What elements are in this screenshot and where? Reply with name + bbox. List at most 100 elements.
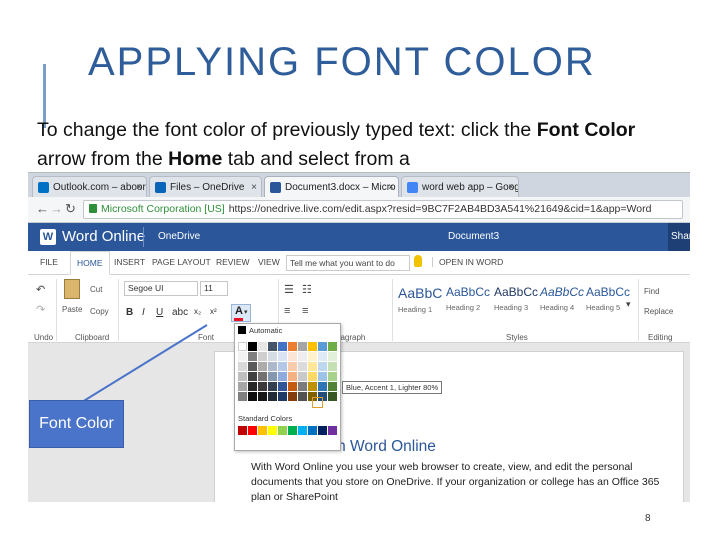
subscript-button[interactable]: x₂ [194,307,201,316]
copy-button[interactable]: Copy [90,307,109,316]
browser-tab-outlook[interactable]: Outlook.com – aboori_f83× [32,176,147,197]
color-swatch[interactable] [248,342,257,351]
color-swatch[interactable] [268,362,277,371]
color-swatch[interactable] [298,382,307,391]
color-swatch[interactable] [248,392,257,401]
color-swatch[interactable] [288,362,297,371]
color-swatch[interactable] [258,382,267,391]
color-swatch[interactable] [268,352,277,361]
color-swatch[interactable] [328,382,337,391]
color-swatch[interactable] [328,392,337,401]
back-arrow-icon[interactable]: ← [36,201,49,216]
close-icon[interactable]: × [251,177,257,197]
color-swatch[interactable] [298,352,307,361]
font-size-select[interactable]: 11 [200,281,228,296]
tab-insert[interactable]: INSERT [114,257,145,267]
color-swatch[interactable] [258,352,267,361]
find-button[interactable]: Find [644,287,660,296]
color-swatch[interactable] [288,372,297,381]
standard-color-swatch[interactable] [308,426,317,435]
color-swatch[interactable] [288,392,297,401]
color-swatch[interactable] [298,392,307,401]
color-swatch[interactable] [278,352,287,361]
reload-icon[interactable]: ↻ [65,201,76,217]
forward-arrow-icon[interactable]: → [50,201,63,216]
close-icon[interactable]: × [508,177,514,197]
align-left-icon[interactable]: ≡ [284,305,290,317]
color-swatch[interactable] [288,352,297,361]
color-swatch[interactable] [328,352,337,361]
color-swatch[interactable] [268,342,277,351]
standard-color-swatch[interactable] [238,426,247,435]
standard-color-swatch[interactable] [328,426,337,435]
close-icon[interactable]: × [388,177,394,197]
redo-icon[interactable]: ↷ [36,303,45,316]
color-swatch[interactable] [318,382,327,391]
color-swatch[interactable] [308,352,317,361]
style-heading-3[interactable]: AaBbCc Heading 3 [494,285,541,312]
font-name-select[interactable]: Segoe UI [124,281,198,296]
numbering-icon[interactable]: ☷ [302,283,312,296]
strikethrough-button[interactable]: abc [172,307,188,318]
color-swatch[interactable] [318,372,327,381]
color-swatch[interactable] [278,362,287,371]
color-swatch[interactable] [238,372,247,381]
color-swatch[interactable] [238,382,247,391]
color-swatch[interactable] [268,382,277,391]
color-swatch[interactable] [238,352,247,361]
color-swatch[interactable] [288,342,297,351]
color-swatch[interactable] [318,362,327,371]
url-field[interactable]: Microsoft Corporation [US] https://onedri… [83,200,683,219]
color-swatch[interactable] [268,392,277,401]
color-swatch[interactable] [238,342,247,351]
color-swatch[interactable] [308,362,317,371]
color-swatch[interactable] [278,372,287,381]
style-heading-4[interactable]: AaBbCc Heading 4 [540,285,587,312]
standard-color-swatch[interactable] [268,426,277,435]
color-swatch[interactable] [318,342,327,351]
color-swatch[interactable] [248,352,257,361]
share-button[interactable]: Share [668,223,690,251]
onedrive-link[interactable]: OneDrive [158,231,200,242]
browser-tab-google[interactable]: word web app – Google S× [401,176,519,197]
automatic-color-option[interactable]: Automatic [238,326,282,335]
replace-button[interactable]: Replace [644,307,673,316]
color-swatch[interactable] [258,362,267,371]
color-swatch[interactable] [328,372,337,381]
color-swatch[interactable] [278,382,287,391]
standard-color-swatch[interactable] [258,426,267,435]
color-swatch[interactable] [318,352,327,361]
standard-color-swatch[interactable] [278,426,287,435]
style-heading-2[interactable]: AaBbCc Heading 2 [446,285,493,312]
tab-view[interactable]: VIEW [258,257,280,267]
browser-tab-document[interactable]: Document3.docx – Micro × [264,176,399,197]
underline-button[interactable]: U [156,307,163,318]
color-swatch[interactable] [238,392,247,401]
color-swatch[interactable] [308,342,317,351]
bold-button[interactable]: B [126,307,133,318]
style-heading-1[interactable]: AaBbC Heading 1 [398,285,445,314]
chevron-down-icon[interactable]: ▾ [244,308,248,316]
undo-icon[interactable]: ↶ [36,283,45,296]
color-swatch[interactable] [268,372,277,381]
cut-button[interactable]: Cut [90,285,102,294]
color-swatch[interactable] [328,342,337,351]
standard-color-swatch[interactable] [318,426,327,435]
standard-color-swatch[interactable] [288,426,297,435]
tab-home[interactable]: HOME [70,251,110,275]
paste-button[interactable]: Paste [62,305,82,314]
color-swatch[interactable] [258,372,267,381]
color-swatch[interactable] [328,362,337,371]
styles-more-icon[interactable]: ▾ [626,299,631,310]
color-swatch[interactable] [248,382,257,391]
color-swatch[interactable] [248,362,257,371]
italic-button[interactable]: I [142,307,145,318]
color-swatch[interactable] [238,362,247,371]
superscript-button[interactable]: x² [210,307,217,316]
document-name[interactable]: Document3 [448,231,499,242]
close-icon[interactable]: × [136,177,142,197]
color-swatch[interactable] [308,382,317,391]
color-swatch[interactable] [298,372,307,381]
bullets-icon[interactable]: ☰ [284,283,294,296]
color-swatch[interactable] [278,392,287,401]
